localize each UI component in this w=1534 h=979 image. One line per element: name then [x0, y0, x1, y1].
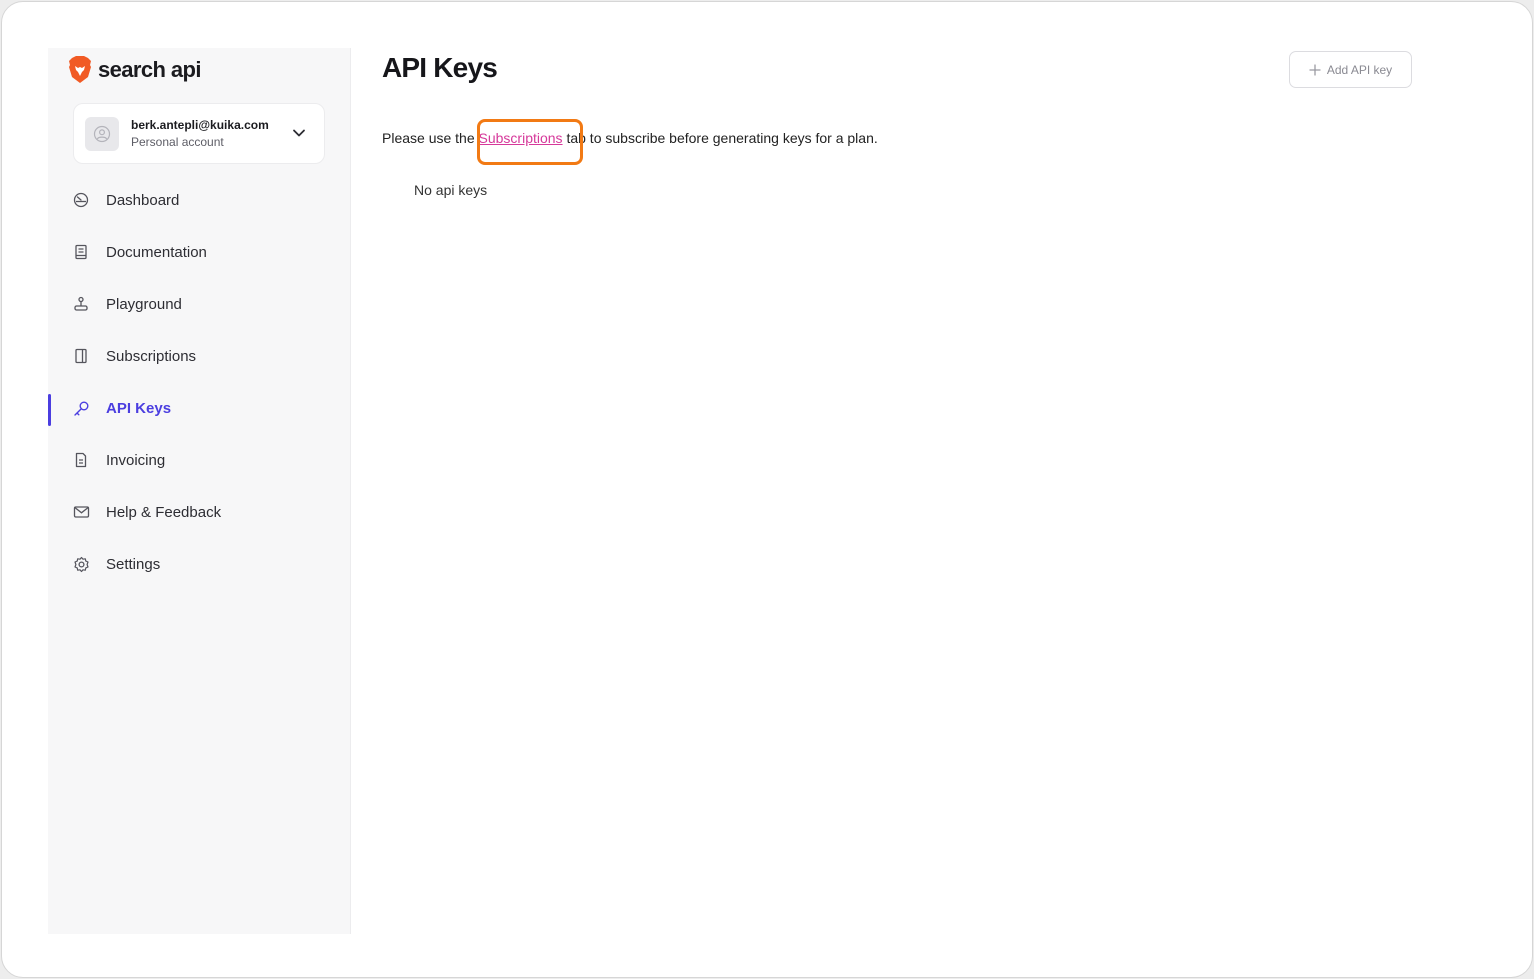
sidebar-item-playground[interactable]: Playground — [48, 278, 351, 330]
user-circle-icon — [85, 116, 119, 151]
sidebar-item-label: Help & Feedback — [106, 503, 222, 521]
subscriptions-link[interactable]: Subscriptions — [479, 130, 563, 146]
book-icon — [72, 243, 90, 261]
key-icon — [72, 399, 90, 417]
subscriptions-icon — [72, 347, 90, 365]
sidebar-item-label: Settings — [106, 555, 161, 573]
account-type: Personal account — [131, 134, 224, 149]
sidebar: search api berk.antepli@kuika.com Person… — [48, 48, 351, 934]
sidebar-item-api-keys[interactable]: API Keys — [48, 382, 351, 434]
brand-name: search api — [98, 57, 201, 82]
sidebar-item-label: Playground — [106, 295, 182, 313]
sidebar-nav: Dashboard Documentation Playground Subsc… — [48, 174, 351, 590]
sidebar-item-dashboard[interactable]: Dashboard — [48, 174, 351, 226]
app-window: search api berk.antepli@kuika.com Person… — [1, 1, 1533, 978]
sidebar-item-label: API Keys — [106, 399, 172, 417]
brave-lion-icon — [69, 56, 91, 83]
sidebar-item-invoicing[interactable]: Invoicing — [48, 434, 351, 486]
plus-icon — [1309, 63, 1321, 76]
account-switcher[interactable]: berk.antepli@kuika.com Personal account — [73, 103, 325, 164]
page-title: API Keys — [382, 52, 498, 83]
notice-prefix: Please use the — [382, 130, 479, 146]
gear-icon — [72, 555, 90, 573]
subscription-notice: Please use the Subscriptions tab to subs… — [382, 130, 878, 146]
empty-state-text: No api keys — [414, 182, 488, 198]
brand[interactable]: search api — [68, 56, 201, 84]
chevron-down-icon[interactable] — [292, 126, 306, 140]
sidebar-item-label: Dashboard — [106, 191, 180, 209]
add-api-key-button[interactable]: Add API key — [1289, 51, 1412, 88]
account-email: berk.antepli@kuika.com — [131, 117, 269, 132]
invoice-icon — [72, 451, 90, 469]
sidebar-item-label: Documentation — [106, 243, 207, 261]
joystick-icon — [72, 295, 90, 313]
dashboard-icon — [72, 191, 90, 209]
mail-icon — [72, 503, 90, 521]
add-api-key-label: Add API key — [1326, 62, 1393, 77]
sidebar-item-subscriptions[interactable]: Subscriptions — [48, 330, 351, 382]
sidebar-item-settings[interactable]: Settings — [48, 538, 351, 590]
sidebar-item-label: Subscriptions — [106, 347, 197, 365]
sidebar-item-documentation[interactable]: Documentation — [48, 226, 351, 278]
sidebar-item-help-feedback[interactable]: Help & Feedback — [48, 486, 351, 538]
sidebar-item-label: Invoicing — [106, 451, 166, 469]
notice-suffix: tab to subscribe before generating keys … — [562, 130, 878, 146]
